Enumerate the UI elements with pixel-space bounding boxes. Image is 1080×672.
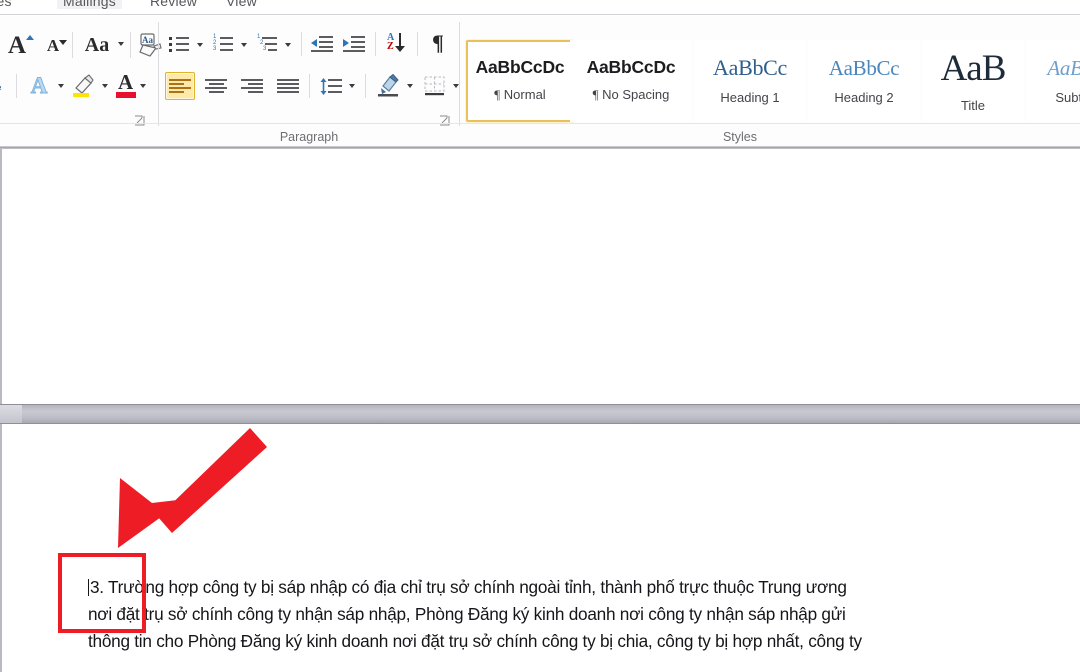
change-case-icon[interactable]: Aa (80, 32, 114, 58)
divider (72, 32, 73, 58)
shading-dropdown-icon[interactable] (405, 81, 415, 91)
divider (301, 32, 302, 56)
increase-indent-icon[interactable] (341, 32, 367, 54)
style-sample: AaBbCcDc (587, 59, 676, 77)
style-item-title[interactable]: AaB Title (922, 40, 1024, 122)
tab-review[interactable]: Review (150, 0, 197, 9)
style-label: ¶ Normal (494, 87, 545, 103)
styles-group-label: Styles (460, 130, 1020, 144)
word-window: ices Mailings Review View A A Aa (0, 0, 1080, 672)
style-item-normal[interactable]: AaBbCcDc ¶ Normal (466, 40, 574, 122)
document-line-2: nơi đặt trụ sở chính công ty nhận sáp nh… (88, 601, 1048, 628)
style-label: Heading 2 (834, 90, 893, 105)
justify-icon[interactable] (273, 72, 303, 100)
document-line-1: 3. Trường hợp công ty bị sáp nhập có địa… (88, 574, 1048, 601)
align-left-icon[interactable] (165, 72, 195, 100)
style-label-text: No Spacing (602, 87, 669, 102)
style-item-no-spacing[interactable]: AaBbCcDc ¶ No Spacing (570, 40, 692, 122)
tab-mailings[interactable]: Mailings (57, 0, 122, 9)
document-body-text[interactable]: 3. Trường hợp công ty bị sáp nhập có địa… (88, 574, 1048, 655)
numbering-icon[interactable]: 1 2 3 (211, 32, 237, 54)
divider (417, 32, 418, 56)
font-dialog-launcher[interactable] (134, 115, 146, 127)
sort-icon[interactable]: AZ (385, 30, 411, 56)
style-item-heading-1[interactable]: AaBbCc Heading 1 (694, 40, 806, 122)
divider (309, 74, 310, 98)
style-sample: AaBbC (1047, 58, 1080, 79)
highlight-dropdown-icon[interactable] (100, 81, 110, 91)
document-line-3: thông tin cho Phòng Đăng ký kinh doanh n… (88, 628, 1048, 655)
show-formatting-marks-icon[interactable]: ¶ (425, 30, 451, 56)
ribbon-tab-strip: ices Mailings Review View (0, 0, 1080, 16)
text-effects-dropdown-icon[interactable] (56, 81, 66, 91)
divider (130, 32, 131, 58)
document-page-1[interactable] (2, 149, 1080, 404)
multilevel-list-icon[interactable]: 1 2 3 (255, 32, 281, 54)
ribbon-group-styles: AaBbCcDc ¶ Normal AaBbCcDc ¶ No Spacing … (460, 16, 1080, 147)
red-highlight-box (58, 553, 146, 633)
numbering-dropdown-icon[interactable] (239, 40, 249, 50)
style-label: ¶ No Spacing (593, 87, 670, 103)
decrease-indent-icon[interactable] (309, 32, 335, 54)
align-right-icon[interactable] (237, 72, 267, 100)
text-effects-icon[interactable]: A (24, 72, 54, 100)
text-highlight-color-icon[interactable] (68, 72, 98, 100)
style-label: Title (961, 98, 985, 113)
document-line-1-text: 3. Trường hợp công ty bị sáp nhập có địa… (90, 577, 847, 597)
borders-icon[interactable] (421, 72, 449, 100)
style-label: Subtitle (1055, 90, 1080, 105)
line-and-paragraph-spacing-icon[interactable] (317, 72, 345, 100)
style-sample: AaBbCc (713, 57, 787, 79)
ribbon-group-paragraph: 1 2 3 1 2 3 (159, 16, 459, 147)
shading-icon[interactable] (373, 70, 403, 100)
ribbon: A A Aa Aa (0, 16, 1080, 147)
style-item-heading-2[interactable]: AaBbCc Heading 2 (808, 40, 920, 122)
paragraph-group-label: Paragraph (159, 130, 459, 144)
multilevel-list-dropdown-icon[interactable] (283, 40, 293, 50)
style-label: Heading 1 (720, 90, 779, 105)
divider (16, 74, 17, 98)
font-color-dropdown-icon[interactable] (138, 81, 148, 91)
bullets-dropdown-icon[interactable] (195, 40, 205, 50)
subscript-icon[interactable]: x₂ (0, 74, 6, 96)
bullets-icon[interactable] (167, 32, 193, 54)
ribbon-group-font: A A Aa Aa (0, 16, 158, 147)
style-sample: AaBbCcDc (476, 59, 565, 77)
style-item-subtitle[interactable]: AaBbC Subtitle (1026, 40, 1080, 122)
tab-strip-divider (0, 14, 1080, 15)
paragraph-dialog-launcher[interactable] (439, 115, 451, 127)
style-label-text: Normal (504, 87, 546, 102)
red-pointer-arrow (100, 425, 270, 555)
grow-font-icon[interactable]: A (2, 30, 32, 60)
style-sample: AaB (941, 50, 1006, 87)
svg-text:Aa: Aa (142, 35, 153, 45)
line-spacing-dropdown-icon[interactable] (347, 81, 357, 91)
divider (365, 74, 366, 98)
align-center-icon[interactable] (201, 72, 231, 100)
change-case-dropdown-icon[interactable] (116, 39, 126, 49)
page-break-gap (0, 404, 1080, 424)
font-color-icon[interactable]: A (114, 72, 138, 100)
shrink-font-icon[interactable]: A (38, 30, 68, 60)
tab-references[interactable]: ices (0, 0, 12, 9)
tab-view[interactable]: View (226, 0, 257, 9)
document-canvas[interactable]: 3. Trường hợp công ty bị sáp nhập có địa… (0, 147, 1080, 672)
style-sample: AaBbCc (829, 58, 900, 79)
divider (375, 32, 376, 56)
